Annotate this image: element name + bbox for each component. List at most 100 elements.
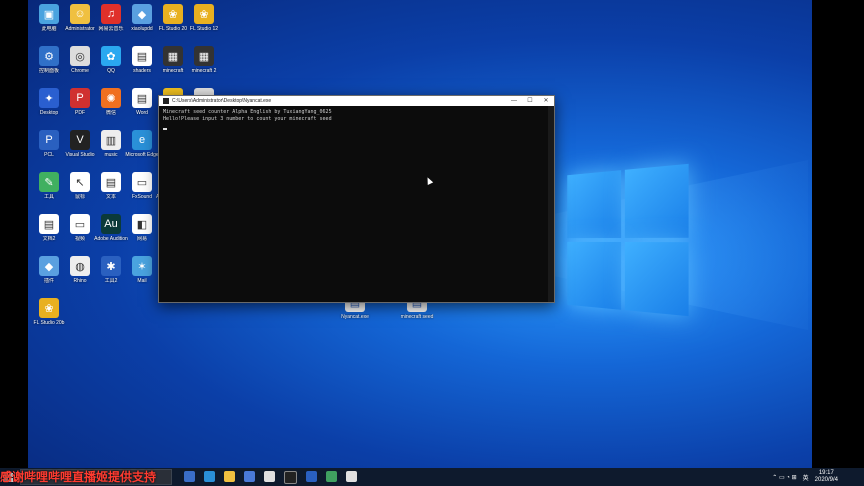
desktop-icon[interactable]: ▦ minecraft [156, 46, 190, 74]
minimize-button[interactable]: — [506, 96, 522, 106]
desktop-icon-label: Administrator [65, 26, 95, 32]
desktop-icon-label: Nyancat.exe [341, 314, 369, 320]
app-taskbar-icon[interactable] [264, 470, 275, 482]
desktop-icon[interactable]: ▤ 文档2 [32, 214, 66, 242]
desktop-icon-label: 网易云音乐 [98, 26, 124, 32]
app-icon: ▥ [101, 130, 121, 150]
desktop-icon[interactable]: ▤ shaders [125, 46, 159, 74]
text-cursor [163, 128, 167, 130]
desktop-icon[interactable]: ❀ FL Studio 20 [156, 4, 190, 32]
desktop-icon-label: 视频 [74, 236, 85, 242]
desktop-icon[interactable]: ◆ 插件 [32, 256, 66, 284]
desktop-icon[interactable]: ❀ FL Studio 20b [32, 298, 66, 326]
desktop-icon-label: music [104, 152, 118, 158]
desktop-icon-label: 网易 [136, 236, 147, 242]
desktop-icon[interactable]: ▭ FxSound [125, 172, 159, 200]
flstudio-icon: ❀ [163, 4, 183, 24]
app-icon: V [70, 130, 90, 150]
qq-icon: ✿ [101, 46, 121, 66]
console-window[interactable]: C:\Users\Administrator\Desktop\Nyancat.e… [158, 95, 555, 303]
desktop-icon[interactable]: ◆ xiaolupdd [125, 4, 159, 32]
console-taskbar-icon[interactable] [284, 470, 297, 484]
desktop-icon[interactable]: ↖ 鼠标 [63, 172, 97, 200]
console-title: C:\Users\Administrator\Desktop\Nyancat.e… [172, 98, 272, 104]
desktop-icon-label: 文档2 [42, 236, 56, 242]
close-button[interactable]: ✕ [538, 96, 554, 106]
minecraft-icon: ▦ [194, 46, 214, 66]
desktop-icon[interactable]: ◍ Rhino [63, 256, 97, 284]
file-explorer-icon[interactable] [224, 470, 235, 482]
edge-taskbar-icon[interactable] [204, 470, 215, 482]
stream-watermark: 感谢哔哩哔哩直播姬提供支持 [0, 470, 157, 484]
app-taskbar-icon[interactable] [326, 470, 337, 482]
desktop-icon-label: Visual Studio [65, 152, 95, 158]
app-icon: ◆ [39, 256, 59, 276]
store-icon[interactable] [244, 470, 255, 482]
clock[interactable]: 19:17 2020/9/4 [815, 470, 838, 484]
desktop-icon[interactable]: ✿ QQ [94, 46, 128, 74]
console-scrollbar[interactable] [548, 106, 554, 302]
desktop-icon[interactable]: ▦ minecraft 2 [187, 46, 221, 74]
desktop-icon[interactable]: V Visual Studio [63, 130, 97, 158]
desktop-icon[interactable]: ◧ 网易 [125, 214, 159, 242]
windows-logo-wallpaper [567, 163, 689, 317]
tray-icons[interactable]: ⌃ ▭ ◔ ⊞ [772, 474, 796, 481]
desktop-icon-label: FL Studio 20 [158, 26, 188, 32]
desktop-icon[interactable]: ☺ Administrator [63, 4, 97, 32]
audition-icon: Au [101, 214, 121, 234]
desktop-icon[interactable]: ▭ 视频 [63, 214, 97, 242]
desktop-icon-label: 鼠标 [74, 194, 85, 200]
console-line: Minecraft seed counter Alpha English by … [163, 109, 332, 115]
desktop-icon-label: Adobe Audition [94, 236, 128, 242]
console-titlebar[interactable]: C:\Users\Administrator\Desktop\Nyancat.e… [159, 96, 554, 106]
desktop-icon-label: shaders [133, 68, 151, 74]
desktop-icon[interactable]: ❀ FL Studio 12 [187, 4, 221, 32]
desktop-icon[interactable]: P PDF [63, 88, 97, 116]
ime-indicator[interactable]: 英 [803, 473, 809, 482]
console-app-icon [163, 98, 169, 104]
desktop-icon[interactable]: ▤ Word [125, 88, 159, 116]
clock-time: 19:17 [818, 470, 834, 476]
desktop-icon[interactable]: ⚙ 控制面板 [32, 46, 66, 74]
desktop-icon-label: PDF [75, 110, 85, 116]
desktop-icon[interactable]: ✶ Mail [125, 256, 159, 284]
app-icon: ◍ [70, 256, 90, 276]
console-output[interactable]: Minecraft seed counter Alpha English by … [159, 106, 554, 126]
desktop-icon[interactable]: ◎ Chrome [63, 46, 97, 74]
desktop-icon-label: 工具2 [104, 278, 118, 284]
desktop-icon-label: 控制面板 [38, 68, 59, 74]
desktop-icon[interactable]: ✦ Desktop [32, 88, 66, 116]
app-taskbar-icon[interactable] [346, 470, 357, 482]
file-icon: ▤ [132, 46, 152, 66]
app-taskbar-icon[interactable] [306, 470, 317, 482]
app-icon: ▭ [132, 172, 152, 192]
desktop-icon[interactable]: ✱ 工具2 [94, 256, 128, 284]
edge-icon: e [132, 130, 152, 150]
cursor-icon: ↖ [70, 172, 90, 192]
desktop-icon-label: xiaolupdd [131, 26, 153, 32]
desktop-icon[interactable]: ▣ 此电脑 [32, 4, 66, 32]
desktop-icon[interactable]: Au Adobe Audition [94, 214, 128, 242]
desktop-icon-label: Mail [137, 278, 147, 284]
desktop-icon[interactable]: e Microsoft Edge [125, 130, 159, 158]
desktop-icon[interactable]: ✺ 微信 [94, 88, 128, 116]
desktop-icon-label: FxSound [131, 194, 152, 200]
task-view-icon[interactable] [184, 470, 195, 482]
desktop-icon[interactable]: ♫ 网易云音乐 [94, 4, 128, 32]
document-icon: ▤ [39, 214, 59, 234]
desktop-icon[interactable]: P PCL [32, 130, 66, 158]
desktop-icon-label: Chrome [71, 68, 89, 74]
desktop-icon-label: 微信 [105, 110, 116, 116]
document-icon: ▤ [101, 172, 121, 192]
maximize-button[interactable]: ☐ [522, 96, 538, 106]
pdf-icon: P [70, 88, 90, 108]
desktop-icon[interactable]: ▤ 文本 [94, 172, 128, 200]
desktop-icon[interactable]: ▥ music [94, 130, 128, 158]
flstudio-icon: ❀ [39, 298, 59, 318]
app-icon: ✎ [39, 172, 59, 192]
desktop-icon-label: QQ [107, 68, 115, 74]
netease-music-icon: ♫ [101, 4, 121, 24]
desktop-icon[interactable]: ✎ 工具 [32, 172, 66, 200]
desktop-icon-label: 此电脑 [41, 26, 57, 32]
desktop-icon-label: 工具 [43, 194, 54, 200]
